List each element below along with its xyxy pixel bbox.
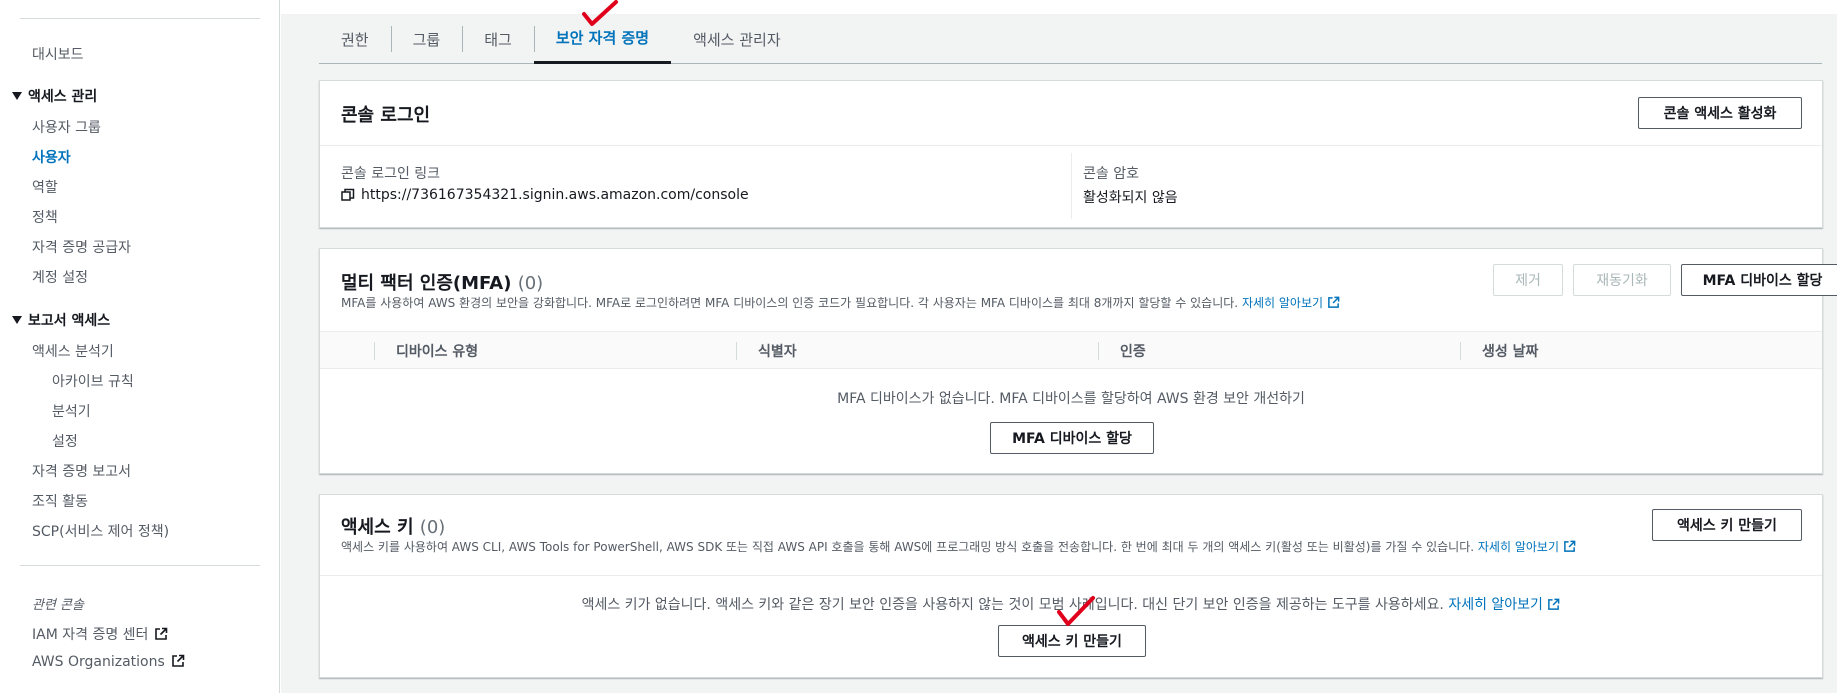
access-keys-panel: 액세스 키 (0) 액세스 키를 사용하여 AWS CLI, AWS Tools… <box>319 494 1823 678</box>
tab-access-advisor[interactable]: 액세스 관리자 <box>671 14 803 64</box>
sidebar: 대시보드 액세스 관리 사용자 그룹 사용자 역할 정책 자격 증명 공급자 계… <box>0 0 280 693</box>
sidebar-item-policies[interactable]: 정책 <box>32 207 58 227</box>
console-login-panel: 콘솔 로그인 콘솔 액세스 활성화 콘솔 로그인 링크 https://7361… <box>319 80 1823 228</box>
sidebar-item-analyzer-settings[interactable]: 설정 <box>52 431 78 451</box>
sidebar-item-account-settings[interactable]: 계정 설정 <box>32 267 88 287</box>
sidebar-section-label: 액세스 관리 <box>28 89 98 105</box>
sidebar-section-label: 보고서 액세스 <box>28 313 111 329</box>
create-access-key-empty-button[interactable]: 액세스 키 만들기 <box>998 625 1146 657</box>
mfa-description: MFA를 사용하여 AWS 환경의 보안을 강화합니다. MFA로 로그인하려면… <box>341 294 1340 311</box>
link-label: IAM 자격 증명 센터 <box>32 627 149 643</box>
column-header-device-type[interactable]: 디바이스 유형 <box>396 332 478 370</box>
console-password-value: 활성화되지 않음 <box>1083 190 1178 206</box>
external-link-icon <box>1328 296 1340 308</box>
mfa-learn-more-link[interactable]: 자세히 알아보기 <box>1242 296 1323 310</box>
sidebar-link-aws-organizations[interactable]: AWS Organizations <box>32 654 185 670</box>
access-keys-empty-message: 액세스 키가 없습니다. 액세스 키와 같은 장기 보안 인증을 사용하지 않는… <box>320 594 1822 614</box>
assign-mfa-device-button[interactable]: MFA 디바이스 할당 <box>1681 264 1837 296</box>
sidebar-item-organization-activity[interactable]: 조직 활동 <box>32 491 88 511</box>
column-separator <box>1460 342 1461 360</box>
sidebar-item-identity-providers[interactable]: 자격 증명 공급자 <box>32 237 131 257</box>
column-header-created-date[interactable]: 생성 날짜 <box>1482 332 1538 370</box>
panel-title: 액세스 키 (0) <box>341 513 445 539</box>
console-password-label: 콘솔 암호 <box>1083 166 1139 182</box>
mfa-resync-button[interactable]: 재동기화 <box>1573 264 1671 296</box>
access-keys-learn-more-link[interactable]: 자세히 알아보기 <box>1478 540 1559 554</box>
mfa-empty-message: MFA 디바이스가 없습니다. MFA 디바이스를 할당하여 AWS 환경 보안… <box>837 391 1305 407</box>
sidebar-item-users[interactable]: 사용자 <box>32 147 71 167</box>
access-keys-count: (0) <box>419 517 446 538</box>
column-separator <box>736 342 737 360</box>
sidebar-item-roles[interactable]: 역할 <box>32 177 58 197</box>
related-consoles-heading: 관련 콘솔 <box>32 598 84 613</box>
external-link-icon <box>1548 598 1560 610</box>
sidebar-item-user-groups[interactable]: 사용자 그룹 <box>32 117 101 137</box>
copy-icon[interactable] <box>341 188 355 202</box>
column-separator <box>374 342 375 360</box>
description-text: MFA를 사용하여 AWS 환경의 보안을 강화합니다. MFA로 로그인하려면… <box>341 296 1239 310</box>
panel-title: 멀티 팩터 인증(MFA) (0) <box>341 269 543 295</box>
sidebar-link-iam-identity-center[interactable]: IAM 자격 증명 센터 <box>32 624 168 644</box>
assign-mfa-device-empty-button[interactable]: MFA 디바이스 할당 <box>990 422 1154 454</box>
mfa-title: 멀티 팩터 인증(MFA) <box>341 273 512 294</box>
caret-down-icon <box>12 92 22 100</box>
divider <box>320 145 1822 146</box>
external-link-icon <box>1563 540 1576 552</box>
tab-groups[interactable]: 그룹 <box>390 14 463 64</box>
sidebar-item-analyzers[interactable]: 분석기 <box>52 401 91 421</box>
create-access-key-button[interactable]: 액세스 키 만들기 <box>1652 509 1802 541</box>
console-login-url: https://736167354321.signin.aws.amazon.c… <box>361 187 749 203</box>
console-login-link-value: https://736167354321.signin.aws.amazon.c… <box>341 187 749 203</box>
enable-console-access-button[interactable]: 콘솔 액세스 활성화 <box>1638 97 1802 129</box>
sidebar-item-access-analyzer[interactable]: 액세스 분석기 <box>32 341 114 361</box>
description-text: 액세스 키를 사용하여 AWS CLI, AWS Tools for Power… <box>341 540 1475 554</box>
top-strip <box>281 0 1837 14</box>
empty-learn-more-link[interactable]: 자세히 알아보기 <box>1448 597 1543 613</box>
mfa-panel: 멀티 팩터 인증(MFA) (0) MFA를 사용하여 AWS 환경의 보안을 … <box>319 248 1837 474</box>
divider <box>320 575 1822 576</box>
external-link-icon <box>171 654 185 667</box>
access-keys-description: 액세스 키를 사용하여 AWS CLI, AWS Tools for Power… <box>341 538 1576 555</box>
access-keys-title: 액세스 키 <box>341 517 414 538</box>
column-separator <box>1071 153 1072 219</box>
sidebar-item-credential-report[interactable]: 자격 증명 보고서 <box>32 461 131 481</box>
main-content: 권한 그룹 태그 보안 자격 증명 액세스 관리자 콘솔 로그인 콘솔 액세스 … <box>281 0 1837 693</box>
tab-security-credentials[interactable]: 보안 자격 증명 <box>533 14 672 64</box>
caret-down-icon <box>12 316 22 324</box>
console-login-link-label: 콘솔 로그인 링크 <box>341 166 441 182</box>
mfa-remove-button[interactable]: 제거 <box>1493 264 1563 296</box>
external-link-icon <box>155 627 168 640</box>
link-label: AWS Organizations <box>32 654 165 670</box>
column-separator <box>1098 342 1099 360</box>
sidebar-section-access-reports[interactable]: 보고서 액세스 <box>12 310 110 330</box>
sidebar-item-archive-rules[interactable]: 아카이브 규칙 <box>52 371 134 391</box>
empty-text: 액세스 키가 없습니다. 액세스 키와 같은 장기 보안 인증을 사용하지 않는… <box>581 597 1444 613</box>
panel-title: 콘솔 로그인 <box>341 105 431 126</box>
tab-tags[interactable]: 태그 <box>462 14 534 64</box>
sidebar-item-dashboard[interactable]: 대시보드 <box>32 44 84 64</box>
mfa-count: (0) <box>517 273 544 294</box>
tab-permissions[interactable]: 권한 <box>319 14 391 64</box>
sidebar-divider <box>20 565 260 566</box>
tab-bar: 권한 그룹 태그 보안 자격 증명 액세스 관리자 <box>319 14 1822 64</box>
mfa-table-header: 디바이스 유형 식별자 인증 생성 날짜 <box>320 331 1822 369</box>
column-header-identifier[interactable]: 식별자 <box>758 332 797 370</box>
column-header-authentication[interactable]: 인증 <box>1120 332 1146 370</box>
sidebar-section-access-management[interactable]: 액세스 관리 <box>12 86 97 106</box>
sidebar-divider <box>20 18 260 19</box>
sidebar-item-scp[interactable]: SCP(서비스 제어 정책) <box>32 521 169 541</box>
